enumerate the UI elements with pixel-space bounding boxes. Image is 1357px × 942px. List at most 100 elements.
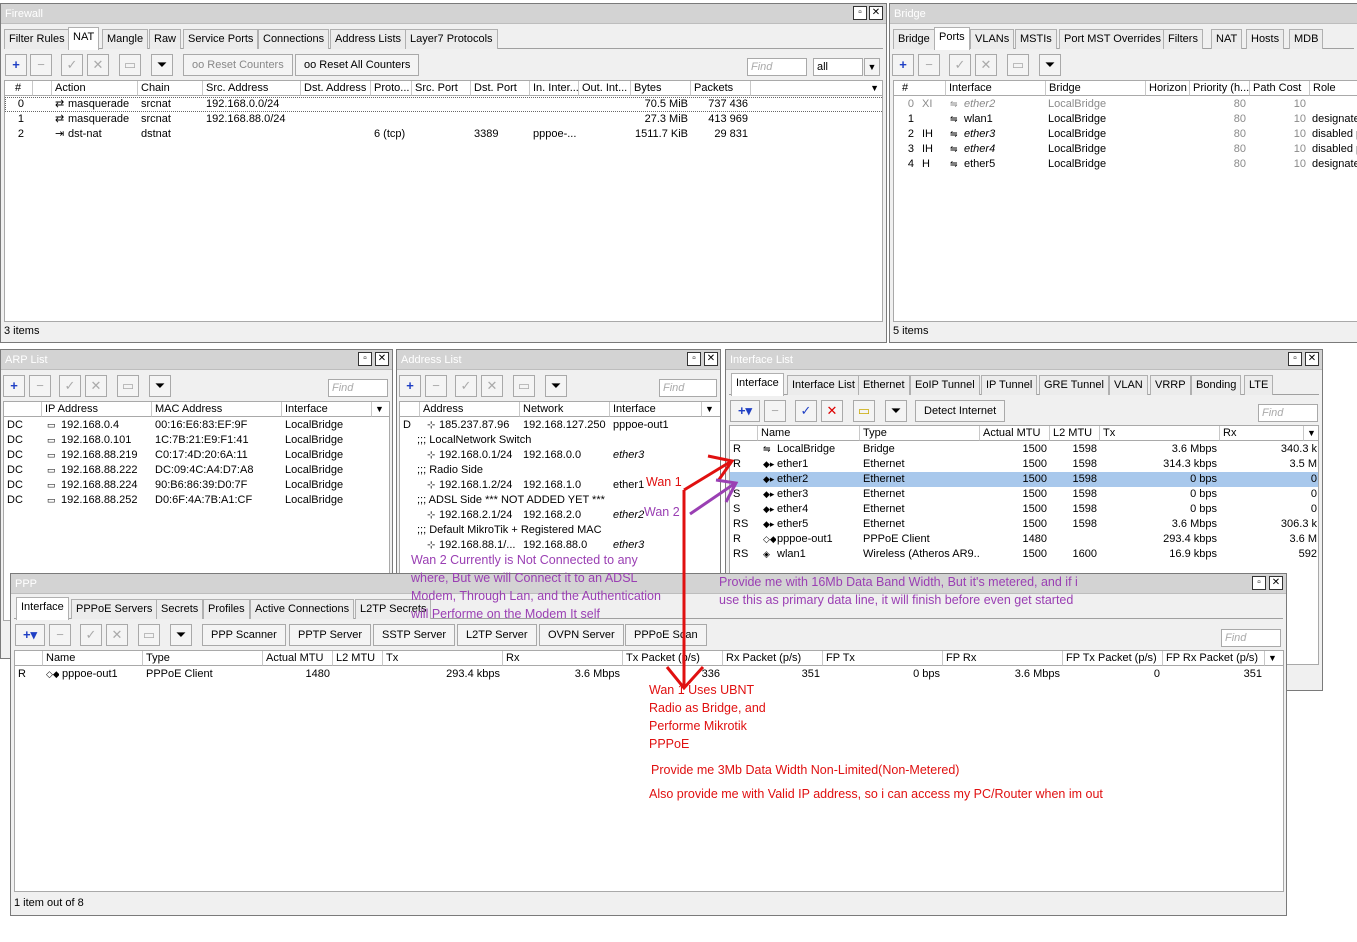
col-flags[interactable] bbox=[400, 402, 420, 417]
table-row[interactable]: D ⊹ 185.237.87.96 192.168.127.250 pppoe-out1 bbox=[400, 418, 720, 433]
tab-filter-rules[interactable]: Filter Rules bbox=[4, 29, 70, 49]
table-row[interactable]: R ◇◆ pppoe-out1 PPPoE Client 1480 293.4 … bbox=[15, 667, 1283, 682]
tab-ethernet[interactable]: Ethernet bbox=[858, 375, 910, 395]
col-horizon[interactable]: Horizon bbox=[1146, 81, 1190, 96]
enable-icon[interactable]: ✓ bbox=[949, 54, 971, 76]
col-actual-mtu[interactable]: Actual MTU bbox=[263, 651, 333, 666]
tab-lte[interactable]: LTE bbox=[1244, 375, 1274, 395]
interface-titlebar[interactable]: Interface List ▫ ✕ bbox=[726, 350, 1322, 370]
filter-select[interactable]: all bbox=[813, 58, 863, 76]
col-rx[interactable]: Rx bbox=[503, 651, 623, 666]
filter-icon[interactable]: ⏷ bbox=[170, 624, 192, 646]
col-name[interactable]: Name bbox=[43, 651, 143, 666]
tab-bridge[interactable]: Bridge bbox=[893, 29, 935, 49]
table-row[interactable]: R ◇◆ pppoe-out1 PPPoE Client 1480 293.4 kbps 3… bbox=[730, 532, 1318, 547]
comment-icon[interactable]: ▭ bbox=[853, 400, 875, 422]
col-tx[interactable]: Tx bbox=[1100, 426, 1220, 441]
add-icon[interactable]: +▾ bbox=[730, 400, 760, 422]
chevron-down-icon[interactable]: ▼ bbox=[372, 402, 389, 417]
filter-icon[interactable]: ⏷ bbox=[1039, 54, 1061, 76]
col-address[interactable]: Address bbox=[420, 402, 520, 417]
col-flags[interactable] bbox=[15, 651, 43, 666]
table-row[interactable]: S ◆▸ ether3 Ethernet 1500 1598 0 bps 0 bbox=[730, 487, 1318, 502]
l2tp-server-button[interactable]: L2TP Server bbox=[457, 624, 537, 646]
table-row[interactable]: 1 ⇋ wlan1 LocalBridge 80 10 designate bbox=[893, 112, 1357, 127]
col-bridge[interactable]: Bridge bbox=[1046, 81, 1146, 96]
tab-service-ports[interactable]: Service Ports bbox=[183, 29, 259, 49]
enable-icon[interactable]: ✓ bbox=[455, 375, 477, 397]
table-row[interactable]: 4 H ⇋ ether5 LocalBridge 80 10 designate bbox=[893, 157, 1357, 172]
maximize-icon[interactable]: ▫ bbox=[358, 352, 372, 366]
tab-pppoe-servers[interactable]: PPPoE Servers bbox=[71, 599, 158, 619]
col-priority[interactable]: Priority (h... bbox=[1190, 81, 1250, 96]
table-row[interactable]: ⊹ 192.168.0.1/24 192.168.0.0 ether3 bbox=[400, 448, 720, 463]
tab-nat[interactable]: NAT bbox=[1211, 29, 1243, 49]
search-input[interactable]: Find bbox=[659, 379, 717, 397]
col-protocol[interactable]: Proto... bbox=[371, 81, 412, 96]
col-network[interactable]: Network bbox=[520, 402, 610, 417]
table-row[interactable]: DC ▭ 192.168.88.219 C0:17:4D:20:6A:11 LocalB… bbox=[4, 448, 389, 463]
tab-ports[interactable]: Ports bbox=[934, 27, 970, 50]
enable-icon[interactable]: ✓ bbox=[795, 400, 817, 422]
tab-secrets[interactable]: Secrets bbox=[156, 599, 204, 619]
remove-icon[interactable]: − bbox=[30, 54, 52, 76]
tab-address-lists[interactable]: Address Lists bbox=[330, 29, 407, 49]
enable-icon[interactable]: ✓ bbox=[80, 624, 102, 646]
search-input[interactable]: Find bbox=[1221, 629, 1281, 647]
col-type[interactable]: Type bbox=[860, 426, 980, 441]
reset-counters-button[interactable]: oo Reset Counters bbox=[183, 54, 293, 76]
col-tx-packet[interactable]: Tx Packet (p/s) bbox=[623, 651, 723, 666]
maximize-icon[interactable]: ▫ bbox=[1252, 576, 1266, 590]
tab-vlans[interactable]: VLANs bbox=[970, 29, 1015, 49]
address-titlebar[interactable]: Address List ▫ ✕ bbox=[397, 350, 720, 370]
table-row[interactable]: RS ◈ wlan1 Wireless (Atheros AR9... 1500 1600… bbox=[730, 547, 1318, 562]
tab-vlan[interactable]: VLAN bbox=[1109, 375, 1148, 395]
chevron-down-icon[interactable]: ▼ bbox=[702, 402, 720, 417]
col-interface[interactable]: Interface bbox=[282, 402, 372, 417]
tab-connections[interactable]: Connections bbox=[258, 29, 330, 49]
tab-nat[interactable]: NAT bbox=[68, 27, 100, 50]
table-row[interactable]: DC ▭ 192.168.88.224 90:B6:86:39:D0:7F LocalB… bbox=[4, 478, 389, 493]
col-out-interface[interactable]: Out. Int... bbox=[579, 81, 631, 96]
remove-icon[interactable]: − bbox=[918, 54, 940, 76]
col-interface[interactable]: Interface bbox=[946, 81, 1046, 96]
disable-icon[interactable]: ✕ bbox=[87, 54, 109, 76]
col-rx-packet[interactable]: Rx Packet (p/s) bbox=[723, 651, 823, 666]
remove-icon[interactable]: − bbox=[764, 400, 786, 422]
close-icon[interactable]: ✕ bbox=[704, 352, 718, 366]
col-bytes[interactable]: Bytes bbox=[631, 81, 691, 96]
add-icon[interactable]: + bbox=[3, 375, 25, 397]
col-path-cost[interactable]: Path Cost bbox=[1250, 81, 1310, 96]
col-l2-mtu[interactable]: L2 MTU bbox=[333, 651, 383, 666]
tab-active-connections[interactable]: Active Connections bbox=[250, 599, 355, 619]
detect-internet-button[interactable]: Detect Internet bbox=[915, 400, 1006, 422]
col-rx[interactable]: Rx bbox=[1220, 426, 1304, 441]
table-row[interactable]: R ⇋ LocalBridge Bridge 1500 1598 3.6 Mbps 340.3… bbox=[730, 442, 1318, 457]
col-fp-rx[interactable]: FP Rx bbox=[943, 651, 1063, 666]
close-icon[interactable]: ✕ bbox=[869, 6, 883, 20]
enable-icon[interactable]: ✓ bbox=[61, 54, 83, 76]
comment-icon[interactable]: ▭ bbox=[117, 375, 139, 397]
table-row[interactable]: S ◆▸ ether4 Ethernet 1500 1598 0 bps 0 bbox=[730, 502, 1318, 517]
tab-eoip-tunnel[interactable]: EoIP Tunnel bbox=[910, 375, 980, 395]
table-row[interactable]: 0 XI ⇋ ether2 LocalBridge 80 10 bbox=[893, 97, 1357, 112]
col-fp-rx-packet[interactable]: FP Rx Packet (p/s) bbox=[1163, 651, 1265, 666]
col-mac-address[interactable]: MAC Address bbox=[152, 402, 282, 417]
chevron-down-icon[interactable]: ▼ bbox=[864, 58, 880, 76]
tab-hosts[interactable]: Hosts bbox=[1246, 29, 1285, 49]
col-flags[interactable] bbox=[730, 426, 758, 441]
arp-titlebar[interactable]: ARP List ▫ ✕ bbox=[1, 350, 392, 370]
col-blank[interactable] bbox=[33, 81, 52, 96]
add-icon[interactable]: + bbox=[399, 375, 421, 397]
table-row[interactable]: R ◆▸ ether1 Ethernet 1500 1598 314.3 kbps 3.5 M bbox=[730, 457, 1318, 472]
bridge-titlebar[interactable]: Bridge bbox=[890, 4, 1357, 24]
col-role[interactable]: Role bbox=[1310, 81, 1357, 96]
close-icon[interactable]: ✕ bbox=[1269, 576, 1283, 590]
table-row[interactable]: DC ▭ 192.168.88.222 DC:09:4C:A4:D7:A8 LocalB… bbox=[4, 463, 389, 478]
col-chain[interactable]: Chain bbox=[138, 81, 203, 96]
col-src-address[interactable]: Src. Address bbox=[203, 81, 301, 96]
add-icon[interactable]: + bbox=[5, 54, 27, 76]
reset-all-counters-button[interactable]: oo Reset All Counters bbox=[295, 54, 420, 76]
table-row[interactable]: DC ▭ 192.168.0.4 00:16:E6:83:EF:9F LocalBrid… bbox=[4, 418, 389, 433]
tab-mangle[interactable]: Mangle bbox=[102, 29, 149, 49]
